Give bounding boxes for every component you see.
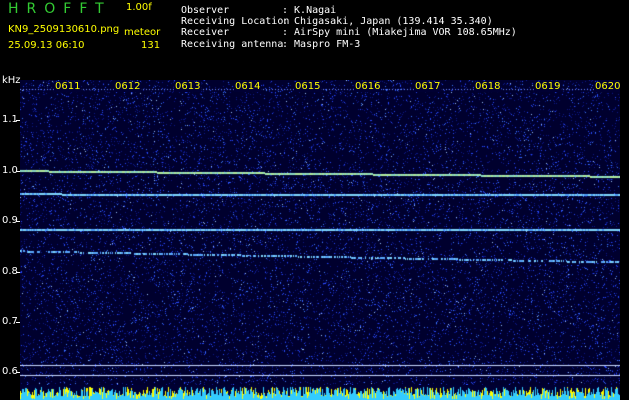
location-value: : Chigasaki, Japan (139.414 35.340) <box>282 16 493 27</box>
file-name: KN9_2509130610.png <box>8 24 120 35</box>
antenna-key: Receiving antenna <box>181 39 284 50</box>
time-label: 0613 <box>174 81 202 92</box>
spectrogram-plot: 0611 0612 0613 0614 0615 0616 0617 0618 0619 0620 <box>20 80 620 385</box>
time-label: 0616 <box>354 81 382 92</box>
receiver-key: Receiver <box>181 27 230 38</box>
right-margin <box>620 80 629 400</box>
time-label: 0617 <box>414 81 442 92</box>
time-label: 0611 <box>54 81 82 92</box>
time-label: 0618 <box>474 81 502 92</box>
version-label: 1.00f <box>126 2 152 13</box>
time-label: 0620 <box>594 81 620 92</box>
spectrogram-image <box>20 80 620 385</box>
observation-datetime: 25.09.13 06:10 <box>8 40 85 51</box>
location-key: Receiving Location <box>181 16 290 27</box>
time-label: 0612 <box>114 81 142 92</box>
app-title: HROFFT <box>8 1 112 17</box>
time-label: 0619 <box>534 81 562 92</box>
time-label: 0614 <box>234 81 262 92</box>
meteor-count-label: meteor <box>124 27 161 38</box>
receiver-value: : AirSpy mini (Miakejima VOR 108.65MHz) <box>282 27 517 38</box>
antenna-value: : Maspro FM-3 <box>282 39 361 50</box>
y-axis-unit: kHz <box>2 75 21 86</box>
intensity-strip <box>20 385 620 400</box>
observer-value: : K.Nagai <box>282 5 337 16</box>
meteor-count-value: 131 <box>141 40 161 51</box>
time-label: 0615 <box>294 81 322 92</box>
observer-key: Observer <box>181 5 230 16</box>
hrofft-window: HROFFT 1.00f KN9_2509130610.png meteor 2… <box>0 0 629 400</box>
